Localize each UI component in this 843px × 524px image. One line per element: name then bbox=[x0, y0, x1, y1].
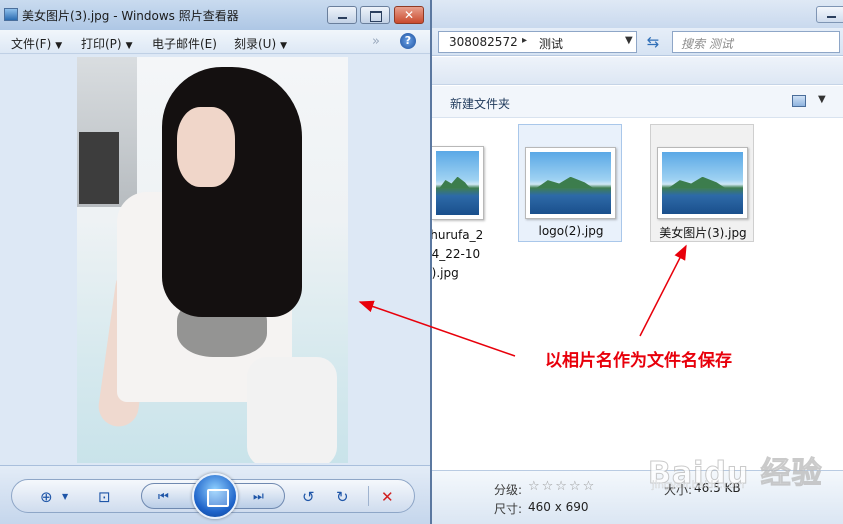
image-thumbnail bbox=[657, 147, 748, 219]
breadcrumb-item-user[interactable]: 308082572 bbox=[449, 35, 518, 49]
menu-email-label: 电子邮件(E) bbox=[152, 37, 217, 51]
window-title: 美女图片(3).jpg - Windows 照片查看器 bbox=[22, 9, 239, 23]
watermark-url: jingyan.baidu.com bbox=[652, 480, 745, 491]
refresh-button[interactable]: ⇆ bbox=[642, 31, 664, 53]
menu-print[interactable]: 打印(P) ▼ bbox=[81, 35, 133, 52]
file-item-shurufa[interactable]: shurufa_2 24_22-10 1).jpg bbox=[424, 124, 502, 284]
more-commands-icon[interactable]: » bbox=[372, 34, 380, 49]
menu-burn-label: 刻录(U) bbox=[234, 37, 277, 51]
actual-size-icon[interactable]: ⊡ bbox=[98, 488, 111, 506]
search-input[interactable]: 搜索 测试 bbox=[672, 31, 840, 53]
explorer-titlebar bbox=[432, 0, 843, 28]
dimensions-value: 460 x 690 bbox=[528, 500, 589, 514]
maximize-button[interactable] bbox=[360, 6, 390, 24]
view-dropdown-icon[interactable]: ▼ bbox=[818, 94, 826, 105]
image-thumbnail bbox=[525, 147, 616, 219]
zoom-dropdown-icon[interactable]: ▼ bbox=[62, 492, 68, 501]
rating-label: 分级: bbox=[494, 483, 523, 497]
file-name-line: 24_22-10 bbox=[424, 247, 481, 261]
viewer-control-bar: ⊕ ▼ ⊡ ⏮ ⏭ ↺ ↻ ✕ bbox=[0, 465, 430, 524]
chevron-down-icon: ▼ bbox=[125, 41, 133, 51]
photo-viewer-app-icon bbox=[4, 8, 18, 21]
slideshow-button[interactable] bbox=[192, 473, 238, 519]
rotate-right-icon[interactable]: ↻ bbox=[336, 488, 349, 506]
viewer-titlebar[interactable]: 美女图片(3).jpg - Windows 照片查看器 ✕ bbox=[0, 0, 430, 30]
explorer-command-strip bbox=[432, 57, 843, 85]
file-name-line: shurufa_2 bbox=[424, 228, 484, 242]
file-name: 美女图片(3).jpg bbox=[659, 226, 747, 240]
address-dropdown-icon[interactable]: ▼ bbox=[625, 35, 633, 46]
file-name: shurufa_2 24_22-10 1).jpg bbox=[424, 226, 483, 283]
image-canvas[interactable] bbox=[0, 55, 430, 465]
file-name-line: 1).jpg bbox=[424, 266, 459, 280]
file-name: logo(2).jpg bbox=[538, 224, 604, 238]
chevron-down-icon: ▼ bbox=[55, 41, 63, 51]
delete-icon[interactable]: ✕ bbox=[381, 488, 394, 506]
menu-email[interactable]: 电子邮件(E) bbox=[152, 35, 217, 52]
image-thumbnail bbox=[432, 146, 484, 220]
menu-file[interactable]: 文件(F) ▼ bbox=[11, 35, 62, 52]
explorer-minimize-button[interactable] bbox=[816, 6, 843, 23]
menu-burn[interactable]: 刻录(U) ▼ bbox=[234, 35, 287, 52]
help-icon[interactable]: ? bbox=[400, 33, 416, 49]
new-folder-button[interactable]: 新建文件夹 bbox=[450, 95, 510, 112]
close-button[interactable]: ✕ bbox=[394, 6, 424, 24]
view-options-icon[interactable] bbox=[792, 95, 806, 107]
rotate-left-icon[interactable]: ↺ bbox=[302, 488, 315, 506]
annotation-label: 以相片名作为文件名保存 bbox=[545, 351, 732, 371]
displayed-photo bbox=[77, 57, 348, 463]
file-item-logo[interactable]: logo(2).jpg bbox=[518, 124, 622, 242]
zoom-icon[interactable]: ⊕ bbox=[40, 488, 53, 506]
breadcrumb-separator-icon[interactable]: ▸ bbox=[522, 35, 527, 46]
rating-stars[interactable]: ☆☆☆☆☆ bbox=[528, 479, 596, 494]
minimize-button[interactable] bbox=[327, 6, 357, 24]
chevron-down-icon: ▼ bbox=[280, 41, 288, 51]
photo-viewer-window: 美女图片(3).jpg - Windows 照片查看器 ✕ 文件(F) ▼ 打印(… bbox=[0, 0, 432, 524]
menu-print-label: 打印(P) bbox=[81, 37, 122, 51]
address-input[interactable]: 308082572 ▸ 测试 ▼ bbox=[438, 31, 637, 53]
menu-bar: 文件(F) ▼ 打印(P) ▼ 电子邮件(E) 刻录(U) ▼ » ? bbox=[0, 30, 430, 54]
divider bbox=[368, 486, 369, 506]
explorer-toolbar: 新建文件夹 ▼ bbox=[432, 86, 843, 118]
search-placeholder: 搜索 测试 bbox=[681, 37, 733, 51]
address-bar: 308082572 ▸ 测试 ▼ ⇆ 搜索 测试 bbox=[432, 28, 843, 56]
breadcrumb-item-folder[interactable]: 测试 bbox=[539, 35, 563, 52]
previous-icon[interactable]: ⏮ bbox=[158, 489, 169, 504]
file-item-meinv[interactable]: 美女图片(3).jpg bbox=[650, 124, 754, 242]
dimensions-label: 尺寸: bbox=[494, 502, 523, 516]
menu-file-label: 文件(F) bbox=[11, 37, 52, 51]
next-icon[interactable]: ⏭ bbox=[253, 489, 264, 504]
baidu-watermark: Baidu 经验 jingyan.baidu.com bbox=[648, 446, 838, 492]
